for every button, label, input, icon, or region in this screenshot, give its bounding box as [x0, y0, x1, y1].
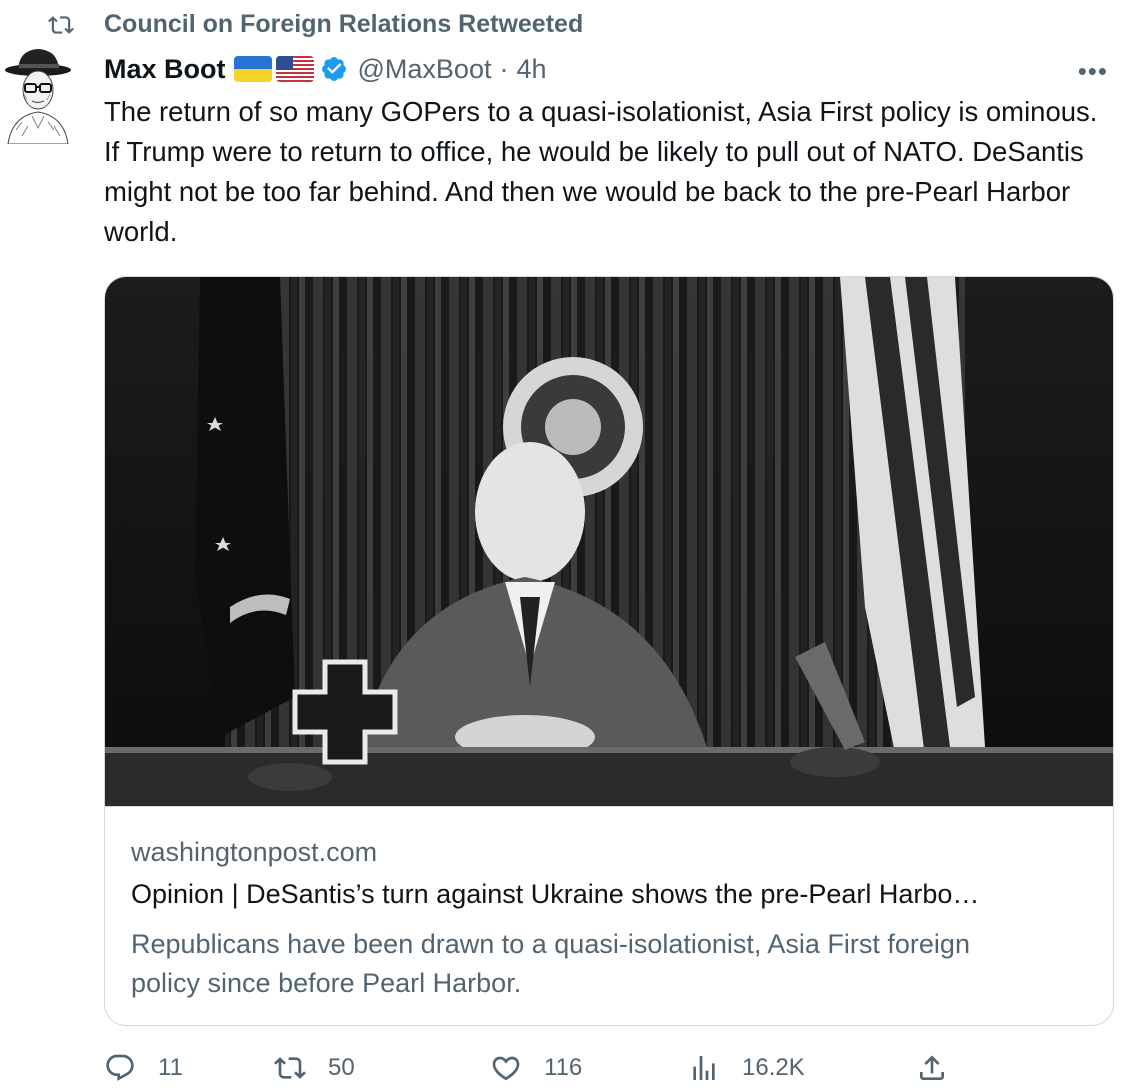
like-button[interactable]: 116 [490, 1046, 582, 1090]
social-context-label[interactable]: Council on Foreign Relations Retweeted [104, 10, 583, 39]
card-title: Opinion | DeSantis’s turn against Ukrain… [131, 879, 980, 909]
heart-icon [492, 1056, 520, 1081]
card-image[interactable] [105, 277, 1113, 807]
retweet-icon [48, 16, 74, 34]
reply-icon [106, 1054, 134, 1081]
retweet-count: 50 [328, 1054, 355, 1081]
like-count: 116 [544, 1054, 583, 1081]
reply-button[interactable]: 11 [104, 1046, 183, 1090]
ukraine-flag-icon [233, 56, 272, 82]
author-handle[interactable]: @MaxBoot [358, 54, 492, 85]
views-count: 16.2K [742, 1054, 805, 1081]
views-icon [693, 1056, 715, 1080]
card-description: Republicans have been drawn to a quasi-i… [131, 929, 970, 998]
views-button[interactable]: 16.2K [688, 1046, 805, 1090]
header-separator: · [499, 53, 509, 84]
retweet-button[interactable]: 50 [274, 1046, 355, 1090]
social-context[interactable]: Council on Foreign Relations Retweeted [48, 8, 583, 42]
share-icon [920, 1055, 944, 1080]
author-name[interactable]: Max Boot [104, 54, 226, 85]
tweet-time[interactable]: 4h [516, 54, 546, 85]
link-card[interactable]: washingtonpost.com Opinion | DeSantis’s … [104, 276, 1114, 1026]
verified-badge-icon[interactable] [320, 55, 348, 83]
retweet-icon [274, 1057, 306, 1079]
more-options-icon[interactable]: ••• [1078, 56, 1108, 87]
tweet-text: The return of so many GOPers to a quasi-… [104, 96, 1098, 247]
card-domain: washingtonpost.com [131, 837, 378, 867]
tweet-header: Max Boot @MaxBoot · 4h [104, 50, 547, 88]
avatar[interactable] [2, 44, 74, 144]
share-button[interactable] [916, 1046, 948, 1090]
action-bar: 11 50 116 16.2K [104, 1046, 964, 1090]
us-flag-icon [275, 56, 314, 82]
reply-count: 11 [158, 1054, 183, 1081]
